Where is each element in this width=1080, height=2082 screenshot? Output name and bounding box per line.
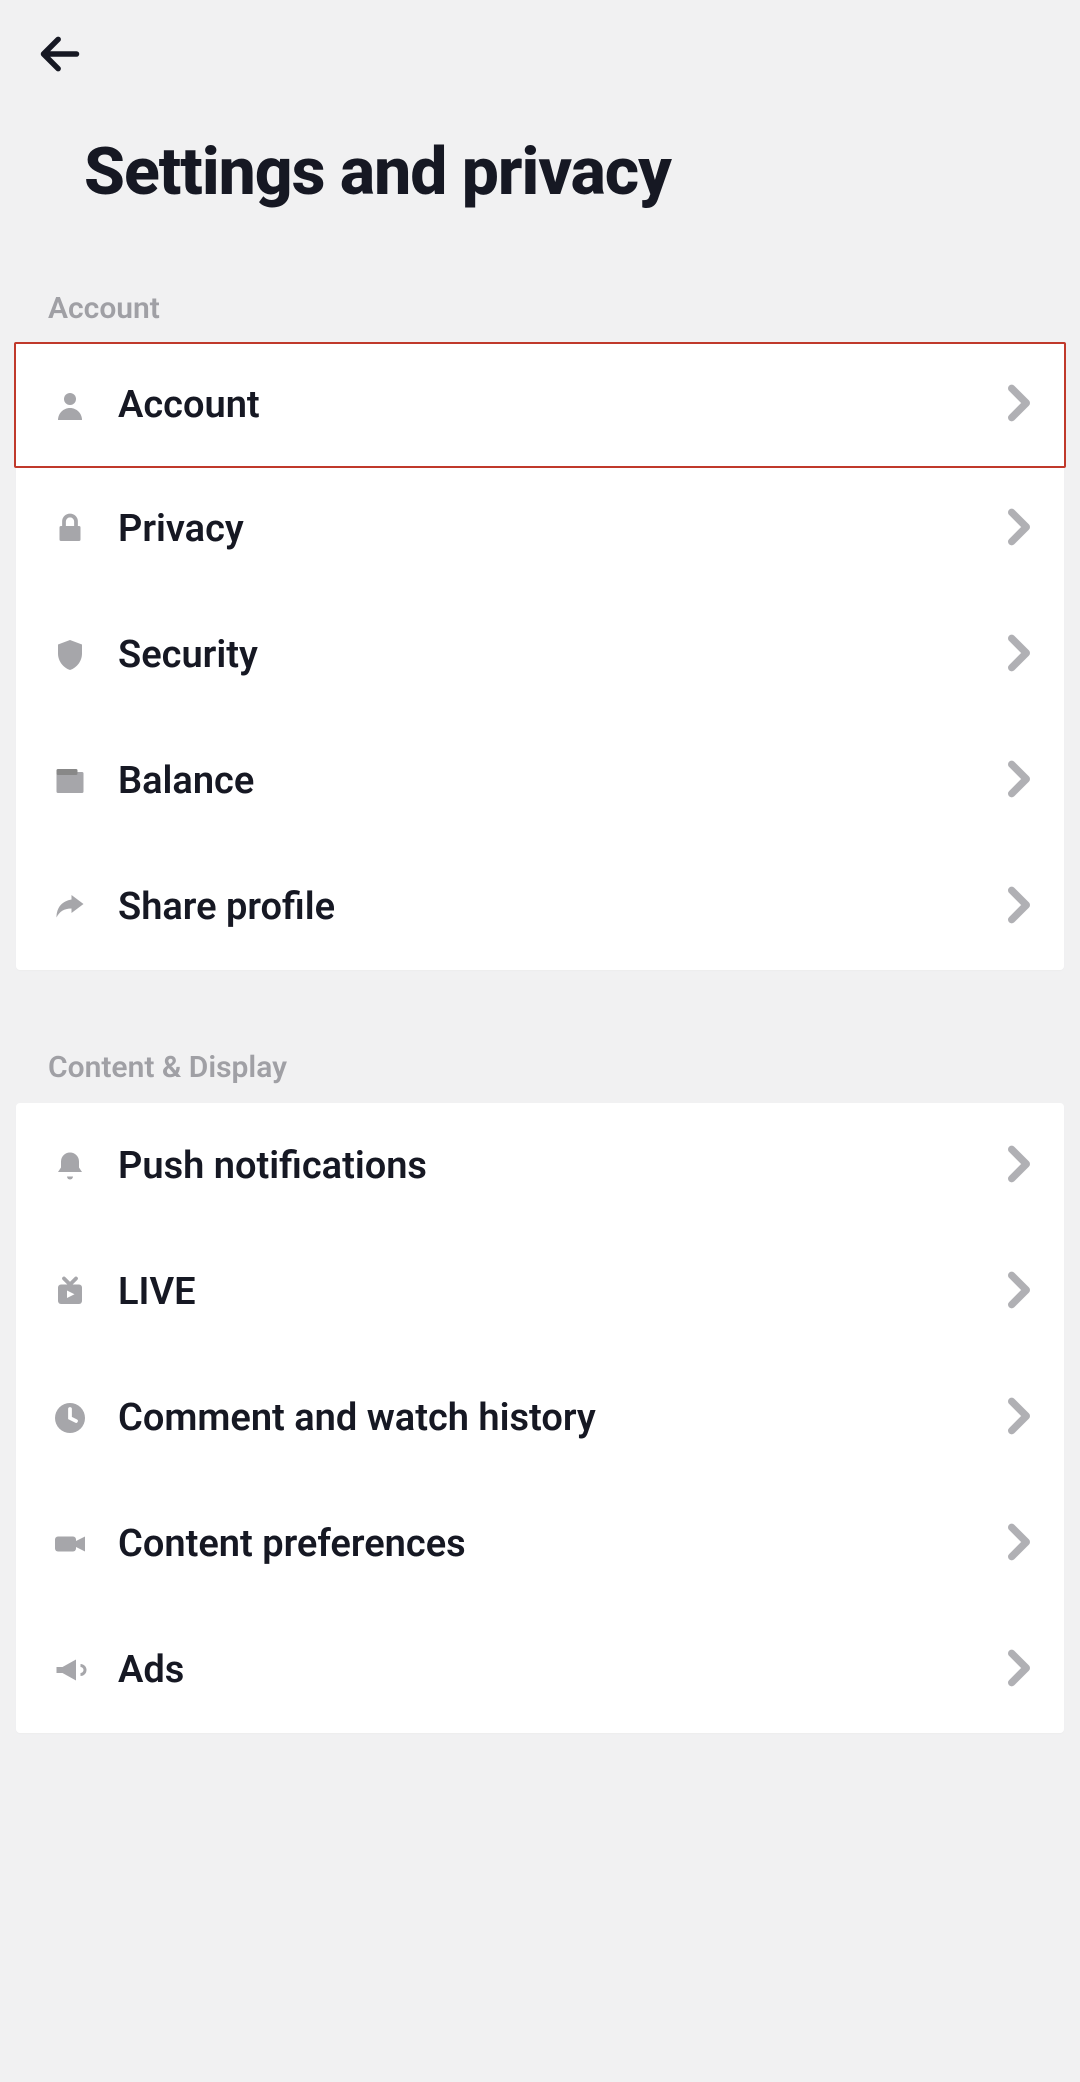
row-label: Privacy — [118, 507, 1008, 551]
chevron-right-icon — [1008, 886, 1030, 928]
lock-icon — [50, 509, 90, 549]
chevron-right-icon — [1008, 384, 1030, 426]
row-push-notifications[interactable]: Push notifications — [16, 1103, 1064, 1229]
row-comment-watch-history[interactable]: Comment and watch history — [16, 1355, 1064, 1481]
row-label: Share profile — [118, 885, 1008, 929]
row-live[interactable]: LIVE — [16, 1229, 1064, 1355]
page-title: Settings and privacy — [84, 134, 1044, 211]
video-icon — [50, 1524, 90, 1564]
section-label-account: Account — [48, 291, 1080, 326]
row-label: Security — [118, 633, 1008, 677]
row-label: Ads — [118, 1648, 1008, 1692]
wallet-icon — [50, 761, 90, 801]
row-privacy[interactable]: Privacy — [16, 466, 1064, 592]
chevron-right-icon — [1008, 1145, 1030, 1187]
chevron-right-icon — [1008, 1523, 1030, 1565]
chevron-right-icon — [1008, 1271, 1030, 1313]
row-account[interactable]: Account — [14, 342, 1066, 468]
clock-icon — [50, 1398, 90, 1438]
row-label: Balance — [118, 759, 1008, 803]
row-label: Comment and watch history — [118, 1396, 1008, 1440]
row-label: Content preferences — [118, 1522, 1008, 1566]
bell-icon — [50, 1146, 90, 1186]
share-icon — [50, 887, 90, 927]
row-ads[interactable]: Ads — [16, 1607, 1064, 1733]
row-label: Account — [118, 383, 1008, 427]
row-security[interactable]: Security — [16, 592, 1064, 718]
chevron-right-icon — [1008, 760, 1030, 802]
row-share-profile[interactable]: Share profile — [16, 844, 1064, 970]
back-button[interactable] — [36, 30, 84, 78]
row-label: LIVE — [118, 1270, 1008, 1314]
section-card-content-display: Push notifications LIVE Comment and watc… — [16, 1103, 1064, 1733]
chevron-right-icon — [1008, 508, 1030, 550]
chevron-right-icon — [1008, 1397, 1030, 1439]
row-balance[interactable]: Balance — [16, 718, 1064, 844]
chevron-right-icon — [1008, 1649, 1030, 1691]
row-label: Push notifications — [118, 1144, 1008, 1188]
section-label-content-display: Content & Display — [48, 1050, 1080, 1085]
row-content-preferences[interactable]: Content preferences — [16, 1481, 1064, 1607]
chevron-right-icon — [1008, 634, 1030, 676]
section-card-account: Account Privacy Security Balance — [16, 342, 1064, 970]
person-icon — [50, 385, 90, 425]
shield-icon — [50, 635, 90, 675]
live-icon — [50, 1272, 90, 1312]
arrow-left-icon — [38, 32, 82, 76]
megaphone-icon — [50, 1650, 90, 1690]
